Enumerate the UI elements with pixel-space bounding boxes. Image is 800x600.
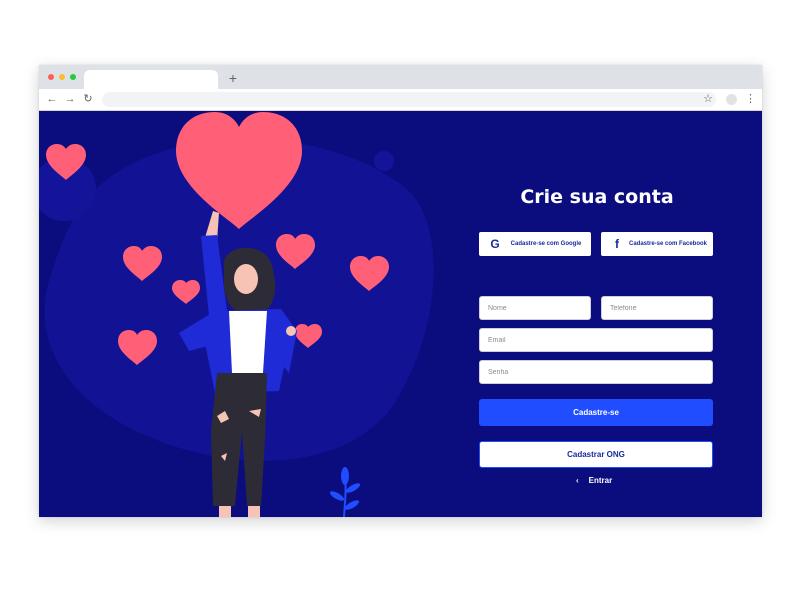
maximize-window-button[interactable] bbox=[70, 74, 76, 80]
minimize-window-button[interactable] bbox=[59, 74, 65, 80]
reload-icon[interactable]: ↻ bbox=[81, 92, 95, 106]
phone-field[interactable] bbox=[601, 296, 713, 320]
login-link-label: Entrar bbox=[588, 475, 613, 485]
browser-menu-icon[interactable]: ⋮ bbox=[745, 92, 756, 106]
new-tab-button[interactable]: + bbox=[226, 70, 240, 86]
login-link[interactable]: ‹ Entrar bbox=[576, 475, 612, 485]
facebook-signup-label: Cadastre-se com Facebook bbox=[628, 240, 708, 247]
google-icon: G bbox=[490, 237, 500, 251]
google-signup-label: Cadastre-se com Google bbox=[510, 240, 582, 247]
plant-decoration bbox=[329, 467, 361, 517]
browser-toolbar: ← → ↻ ☆ ⋮ bbox=[39, 89, 762, 111]
google-signup-button[interactable]: G Cadastre-se com Google bbox=[479, 232, 591, 256]
bookmark-star-icon[interactable]: ☆ bbox=[701, 92, 715, 106]
facebook-signup-button[interactable]: f Cadastre-se com Facebook bbox=[601, 232, 713, 256]
profile-avatar[interactable] bbox=[726, 94, 737, 105]
name-field[interactable] bbox=[479, 296, 591, 320]
browser-tab-bar: + bbox=[39, 65, 762, 89]
browser-tab[interactable] bbox=[84, 70, 218, 89]
facebook-icon: f bbox=[615, 237, 619, 251]
signup-page: Crie sua conta G Cadastre-se com Google … bbox=[39, 111, 762, 517]
email-field[interactable] bbox=[479, 328, 713, 352]
background-circle bbox=[374, 151, 394, 171]
password-field[interactable] bbox=[479, 360, 713, 384]
address-bar[interactable] bbox=[102, 92, 716, 107]
back-arrow-icon: ‹ bbox=[576, 475, 579, 485]
love-illustration bbox=[39, 112, 434, 517]
register-ngo-button[interactable]: Cadastrar ONG bbox=[479, 441, 713, 468]
page-title: Crie sua conta bbox=[520, 186, 674, 208]
back-icon[interactable]: ← bbox=[45, 92, 59, 106]
forward-icon[interactable]: → bbox=[63, 92, 77, 106]
signup-submit-button[interactable]: Cadastre-se bbox=[479, 399, 713, 426]
browser-window: + ← → ↻ ☆ ⋮ Crie sua conta G Cadastre-se… bbox=[39, 65, 762, 517]
close-window-button[interactable] bbox=[48, 74, 54, 80]
